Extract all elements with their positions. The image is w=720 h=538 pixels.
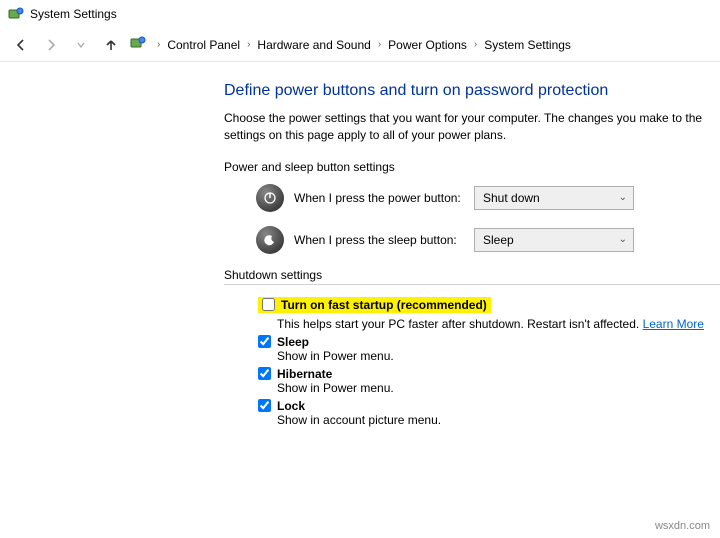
power-button-dropdown[interactable]: Shut down ⌄ bbox=[474, 186, 634, 210]
chevron-right-icon: › bbox=[474, 39, 477, 50]
sleep-button-row: When I press the sleep button: Sleep ⌄ bbox=[256, 226, 720, 254]
sleep-desc: Show in Power menu. bbox=[277, 349, 720, 363]
sleep-icon bbox=[256, 226, 284, 254]
page-title: Define power buttons and turn on passwor… bbox=[224, 82, 720, 100]
sleep-checkbox[interactable] bbox=[258, 335, 271, 348]
fast-startup-desc: This helps start your PC faster after sh… bbox=[277, 317, 643, 331]
hibernate-desc: Show in Power menu. bbox=[277, 381, 720, 395]
lock-desc: Show in account picture menu. bbox=[277, 413, 720, 427]
hibernate-label: Hibernate bbox=[277, 367, 332, 381]
shutdown-section: Shutdown settings Turn on fast startup (… bbox=[224, 268, 720, 427]
chevron-down-icon: ⌄ bbox=[619, 192, 627, 203]
learn-more-link[interactable]: Learn More bbox=[643, 317, 704, 331]
breadcrumb-icon bbox=[130, 35, 146, 54]
breadcrumb-system-settings[interactable]: System Settings bbox=[484, 38, 571, 52]
title-bar: System Settings bbox=[0, 0, 720, 28]
chevron-right-icon: › bbox=[157, 39, 160, 50]
up-button[interactable] bbox=[100, 34, 122, 56]
sleep-label: Sleep bbox=[277, 335, 309, 349]
breadcrumb-control-panel[interactable]: Control Panel bbox=[167, 38, 240, 52]
hibernate-checkbox[interactable] bbox=[258, 367, 271, 380]
chevron-right-icon: › bbox=[378, 39, 381, 50]
sleep-item: Sleep Show in Power menu. bbox=[258, 335, 720, 363]
back-button[interactable] bbox=[10, 34, 32, 56]
power-icon bbox=[256, 184, 284, 212]
page-description: Choose the power settings that you want … bbox=[224, 110, 720, 144]
fast-startup-desc-row: This helps start your PC faster after sh… bbox=[258, 317, 720, 331]
hibernate-item: Hibernate Show in Power menu. bbox=[258, 367, 720, 395]
fast-startup-label: Turn on fast startup (recommended) bbox=[281, 298, 487, 312]
fast-startup-checkbox[interactable] bbox=[262, 298, 275, 311]
recent-dropdown-icon[interactable] bbox=[70, 34, 92, 56]
breadcrumb: › Control Panel › Hardware and Sound › P… bbox=[154, 38, 571, 52]
power-sleep-header: Power and sleep button settings bbox=[224, 160, 720, 174]
nav-bar: › Control Panel › Hardware and Sound › P… bbox=[0, 28, 720, 62]
lock-item: Lock Show in account picture menu. bbox=[258, 399, 720, 427]
power-button-row: When I press the power button: Shut down… bbox=[256, 184, 720, 212]
sleep-button-value: Sleep bbox=[483, 233, 514, 247]
chevron-right-icon: › bbox=[247, 39, 250, 50]
sleep-button-label: When I press the sleep button: bbox=[294, 233, 464, 247]
chevron-down-icon: ⌄ bbox=[619, 234, 627, 245]
forward-button[interactable] bbox=[40, 34, 62, 56]
power-button-value: Shut down bbox=[483, 191, 540, 205]
control-panel-icon bbox=[8, 6, 24, 22]
breadcrumb-hardware-sound[interactable]: Hardware and Sound bbox=[257, 38, 370, 52]
lock-checkbox[interactable] bbox=[258, 399, 271, 412]
lock-label: Lock bbox=[277, 399, 305, 413]
power-button-label: When I press the power button: bbox=[294, 191, 464, 205]
fast-startup-item: Turn on fast startup (recommended) bbox=[258, 297, 491, 313]
sleep-button-dropdown[interactable]: Sleep ⌄ bbox=[474, 228, 634, 252]
shutdown-header: Shutdown settings bbox=[224, 268, 720, 285]
breadcrumb-power-options[interactable]: Power Options bbox=[388, 38, 467, 52]
content-area: Define power buttons and turn on passwor… bbox=[0, 62, 720, 427]
watermark: wsxdn.com bbox=[655, 520, 710, 532]
window-title: System Settings bbox=[30, 7, 117, 21]
